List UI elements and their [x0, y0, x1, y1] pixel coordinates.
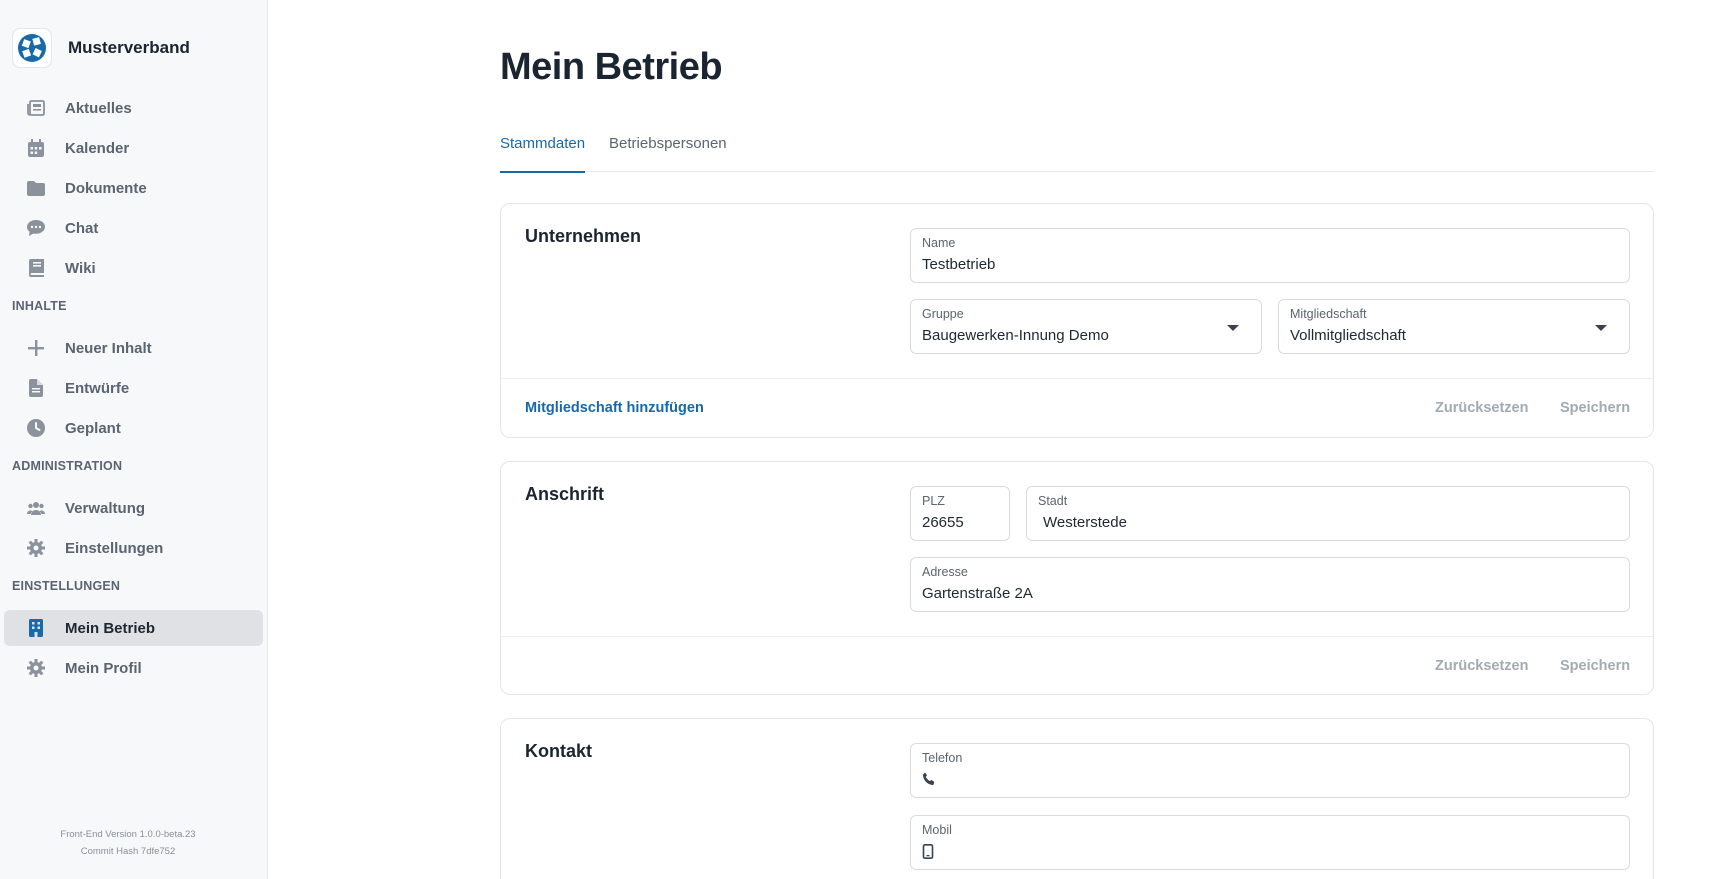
- card-title: Anschrift: [525, 484, 605, 504]
- card-title: Unternehmen: [525, 226, 642, 246]
- gruppe-select[interactable]: Gruppe Baugewerken-Innung Demo: [910, 299, 1262, 354]
- calendar-icon: [26, 138, 46, 158]
- reset-button[interactable]: Zurücksetzen: [1435, 658, 1528, 674]
- save-button[interactable]: Speichern: [1560, 400, 1630, 416]
- tab-betriebspersonen[interactable]: Betriebspersonen: [609, 134, 727, 172]
- sidebar-item-label: Kalender: [65, 139, 130, 157]
- sidebar-item-label: Chat: [65, 219, 99, 237]
- name-field[interactable]: Name Testbetrieb: [910, 228, 1630, 283]
- version-info: Front-End Version 1.0.0-beta.23 Commit H…: [0, 826, 256, 860]
- building-icon: [26, 618, 46, 638]
- sidebar-item-einstellungen[interactable]: Einstellungen: [4, 530, 263, 566]
- einstellungen-nav: Mein Betrieb Mein Profil: [0, 610, 267, 686]
- sidebar-item-label: Entwürfe: [65, 379, 130, 397]
- brand-logo-icon: [12, 28, 52, 68]
- field-label: Stadt: [1038, 494, 1068, 508]
- gear-icon: [26, 658, 46, 678]
- people-icon: [26, 498, 46, 518]
- folder-icon: [26, 178, 46, 198]
- field-label: Adresse: [922, 565, 968, 579]
- chat-icon: [26, 218, 46, 238]
- field-label: Telefon: [922, 751, 963, 765]
- unternehmen-card: Unternehmen Name Testbetrieb Gruppe Baug…: [500, 203, 1654, 438]
- anschrift-card: Anschrift PLZ 26655 Stadt Westerstede Ad…: [500, 461, 1654, 695]
- field-label: Mobil: [922, 823, 952, 837]
- sidebar-item-neuer-inhalt[interactable]: Neuer Inhalt: [4, 330, 263, 366]
- newspaper-icon: [26, 98, 46, 118]
- sidebar-item-label: Wiki: [65, 259, 96, 277]
- sidebar-item-label: Neuer Inhalt: [65, 339, 152, 357]
- save-button[interactable]: Speichern: [1560, 658, 1630, 674]
- section-title-administration: ADMINISTRATION: [12, 459, 123, 473]
- sidebar-item-aktuelles[interactable]: Aktuelles: [4, 90, 263, 126]
- plus-icon: [26, 338, 46, 358]
- book-icon: [26, 258, 46, 278]
- sidebar-item-mein-profil[interactable]: Mein Profil: [4, 650, 263, 686]
- sidebar-item-entwuerfe[interactable]: Entwürfe: [4, 370, 263, 406]
- section-title-inhalte: INHALTE: [12, 299, 67, 313]
- card-divider: [501, 636, 1653, 637]
- telefon-field[interactable]: Telefon: [910, 743, 1630, 798]
- page-title: Mein Betrieb: [500, 46, 723, 88]
- field-value: Westerstede: [1043, 514, 1127, 531]
- main-nav: Aktuelles Kalender Dokumente Chat Wiki: [0, 90, 267, 286]
- field-label: Mitgliedschaft: [1290, 307, 1367, 321]
- sidebar-item-dokumente[interactable]: Dokumente: [4, 170, 263, 206]
- add-membership-button[interactable]: Mitgliedschaft hinzufügen: [525, 400, 704, 416]
- stadt-field[interactable]: Stadt Westerstede: [1026, 486, 1630, 541]
- mobile-phone-icon: [922, 844, 938, 860]
- mitgliedschaft-select[interactable]: Mitgliedschaft Vollmitgliedschaft: [1278, 299, 1630, 354]
- field-value: 26655: [922, 514, 964, 531]
- document-icon: [26, 378, 46, 398]
- reset-button[interactable]: Zurücksetzen: [1435, 400, 1528, 416]
- gear-icon: [26, 538, 46, 558]
- sidebar-item-label: Einstellungen: [65, 539, 164, 557]
- sidebar-item-label: Verwaltung: [65, 499, 146, 517]
- sidebar-item-geplant[interactable]: Geplant: [4, 410, 263, 446]
- sidebar: Musterverband Aktuelles Kalender Dokumen…: [0, 0, 268, 879]
- tab-bar: Stammdaten Betriebspersonen: [500, 134, 1654, 173]
- card-divider: [501, 378, 1653, 379]
- mobil-field[interactable]: Mobil: [910, 815, 1630, 870]
- commit-hash: Commit Hash 7dfe752: [80, 846, 176, 857]
- kontakt-card: Kontakt Telefon Mobil: [500, 718, 1654, 879]
- card-title: Kontakt: [525, 741, 592, 761]
- field-value: Vollmitgliedschaft: [1290, 327, 1406, 344]
- clock-icon: [26, 418, 46, 438]
- field-label: Gruppe: [922, 307, 964, 321]
- phone-icon: [922, 772, 938, 788]
- sidebar-item-mein-betrieb[interactable]: Mein Betrieb: [4, 610, 263, 646]
- caret-down-icon: [1227, 325, 1239, 331]
- brand-name: Musterverband: [68, 38, 190, 57]
- field-value: Gartenstraße 2A: [922, 585, 1033, 602]
- sidebar-item-label: Mein Profil: [65, 659, 142, 677]
- sidebar-item-label: Mein Betrieb: [65, 619, 156, 637]
- sidebar-item-label: Geplant: [65, 419, 121, 437]
- field-label: PLZ: [922, 494, 945, 508]
- sidebar-item-kalender[interactable]: Kalender: [4, 130, 263, 166]
- sidebar-item-wiki[interactable]: Wiki: [4, 250, 263, 286]
- field-value: Testbetrieb: [922, 256, 996, 273]
- sidebar-item-chat[interactable]: Chat: [4, 210, 263, 246]
- inhalte-nav: Neuer Inhalt Entwürfe Geplant: [0, 330, 267, 446]
- caret-down-icon: [1595, 325, 1607, 331]
- tab-stammdaten[interactable]: Stammdaten: [500, 134, 586, 173]
- sidebar-item-label: Dokumente: [65, 179, 147, 197]
- administration-nav: Verwaltung Einstellungen: [0, 490, 267, 566]
- frontend-version: Front-End Version 1.0.0-beta.23: [60, 829, 196, 840]
- brand[interactable]: Musterverband: [0, 24, 267, 72]
- sidebar-item-label: Aktuelles: [65, 99, 132, 117]
- section-title-einstellungen: EINSTELLUNGEN: [12, 579, 121, 593]
- plz-field[interactable]: PLZ 26655: [910, 486, 1010, 541]
- sidebar-item-verwaltung[interactable]: Verwaltung: [4, 490, 263, 526]
- field-value: Baugewerken-Innung Demo: [922, 327, 1109, 344]
- field-label: Name: [922, 236, 956, 250]
- adresse-field[interactable]: Adresse Gartenstraße 2A: [910, 557, 1630, 612]
